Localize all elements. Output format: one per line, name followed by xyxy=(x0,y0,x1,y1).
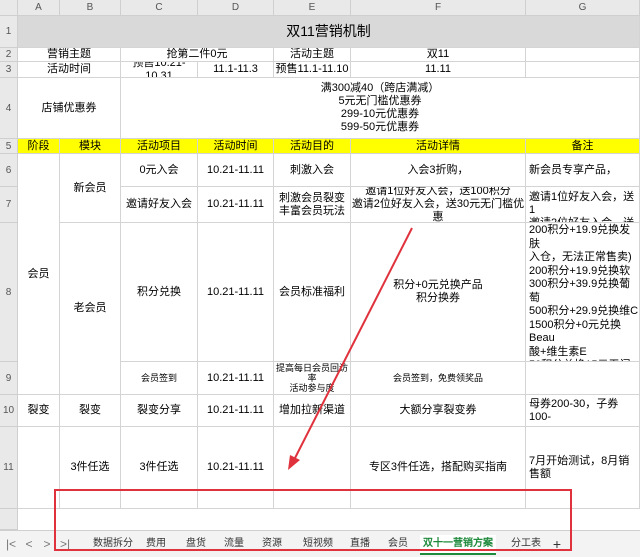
next-sheet-icon[interactable]: > xyxy=(40,537,54,551)
spreadsheet-grid: A B C D E F G 1 2 3 4 5 6 7 8 9 10 11 双1… xyxy=(0,0,640,530)
red-arrow-annotation xyxy=(288,227,413,470)
first-sheet-icon[interactable]: |< xyxy=(4,537,18,551)
red-highlight-box xyxy=(54,489,572,551)
prev-sheet-icon[interactable]: < xyxy=(22,537,36,551)
